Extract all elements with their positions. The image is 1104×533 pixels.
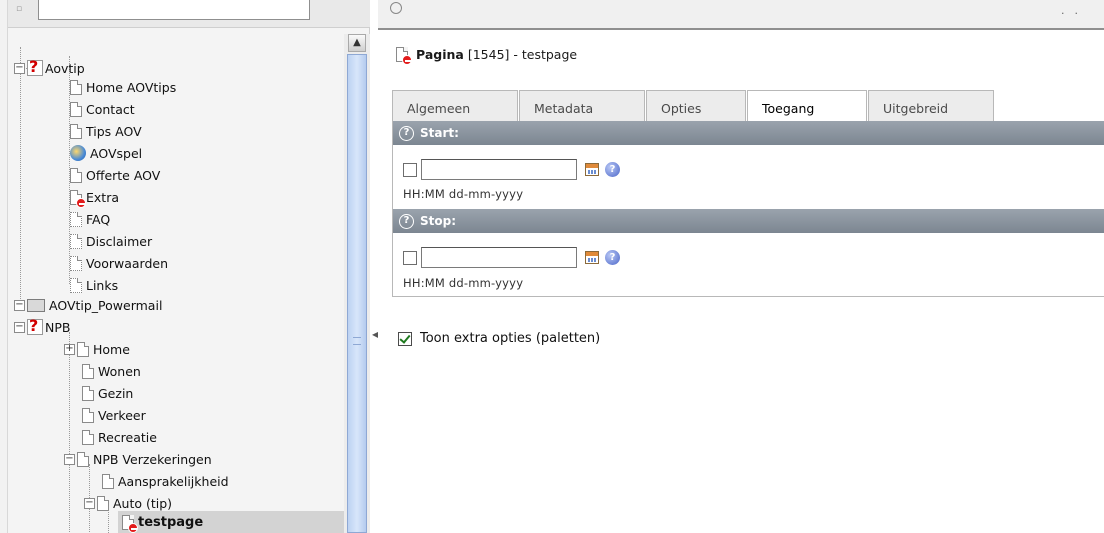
calendar-icon[interactable]: [585, 163, 599, 176]
help-icon[interactable]: ?: [605, 162, 620, 177]
tree-item-voorwaarden[interactable]: Voorwaarden: [70, 252, 168, 274]
record-header: Pagina [1545] - testpage: [396, 47, 578, 65]
tab-algemeen[interactable]: Algemeen: [392, 90, 518, 121]
tree-scrollbar[interactable]: ▲: [344, 34, 370, 533]
tree-item-offerte-aov[interactable]: Offerte AOV: [70, 164, 160, 186]
external-link-icon: [70, 145, 86, 161]
page-icon: [102, 473, 114, 489]
page-icon: [97, 495, 109, 511]
collapse-toggle[interactable]: −: [64, 453, 75, 465]
page-icon: [82, 407, 94, 423]
help-icon[interactable]: ?: [399, 213, 414, 229]
page-icon: [70, 167, 82, 183]
collapse-toggle[interactable]: −: [14, 299, 25, 311]
scroll-up-button[interactable]: ▲: [348, 34, 366, 52]
start-datetime-input[interactable]: [421, 159, 577, 180]
page-icon: [70, 123, 82, 139]
tree-item-recreatie[interactable]: Recreatie: [82, 426, 157, 448]
extra-options-row[interactable]: Toon extra opties (paletten): [398, 331, 600, 346]
tab-uitgebreid[interactable]: Uitgebreid: [868, 90, 994, 121]
page-icon: [70, 101, 82, 117]
extra-options-checkbox[interactable]: [398, 331, 412, 346]
collapse-toggle[interactable]: −: [84, 497, 95, 509]
calendar-icon[interactable]: [585, 251, 599, 264]
site-root-icon: [27, 57, 43, 76]
page-icon: [70, 79, 82, 95]
record-info: [1545] - testpage: [467, 47, 578, 62]
tree-item-extra[interactable]: Extra: [70, 186, 119, 208]
page-icon: [70, 211, 82, 227]
start-format-hint: HH:MM dd-mm-yyyy: [403, 187, 524, 201]
record-type: Pagina: [416, 47, 464, 62]
site-root-icon: [27, 316, 43, 335]
tree-item-contact[interactable]: Contact: [70, 98, 135, 120]
start-enable-checkbox[interactable]: [403, 162, 417, 177]
section-header-start: ? Start:: [393, 121, 1104, 145]
hidden-page-icon: [70, 189, 86, 208]
folder-icon: [27, 298, 45, 312]
stop-field-row: ?: [403, 247, 620, 268]
filter-icon: ▫: [16, 4, 23, 14]
tree-item-aansprakelijkheid[interactable]: Aansprakelijkheid: [102, 470, 229, 492]
tree-item-disclaimer[interactable]: Disclaimer: [70, 230, 152, 252]
hidden-page-icon: [396, 47, 412, 65]
tree-item-home[interactable]: + Home: [64, 338, 130, 360]
tree-item-label: Aovtip: [45, 60, 85, 76]
tab-opties[interactable]: Opties: [646, 90, 746, 121]
extra-options-label: Toon extra opties (paletten): [420, 331, 601, 346]
tab-toegang[interactable]: Toegang: [747, 90, 867, 122]
tab-panel-toegang: ? Start: ? HH:MM dd-mm-yyyy ? Stop: ? HH…: [392, 121, 1104, 297]
page-icon: [82, 363, 94, 379]
content-toolbar: ..: [378, 0, 1104, 30]
tree-item-links[interactable]: Links: [70, 274, 118, 296]
stop-datetime-input[interactable]: [421, 247, 577, 268]
page-icon: [82, 429, 94, 445]
tree-filter-input[interactable]: [38, 0, 310, 20]
stop-enable-checkbox[interactable]: [403, 250, 417, 265]
section-header-stop: ? Stop:: [393, 209, 1104, 233]
help-icon[interactable]: ?: [605, 250, 620, 265]
left-gutter: [0, 0, 8, 533]
collapse-toggle[interactable]: −: [14, 62, 25, 74]
stop-format-hint: HH:MM dd-mm-yyyy: [403, 276, 524, 290]
toolbar-dots: ..: [1061, 4, 1088, 17]
tree-item-npb[interactable]: − NPB: [14, 316, 70, 338]
hidden-page-icon: [122, 514, 138, 533]
page-icon: [77, 341, 89, 357]
tab-bar: Algemeen Metadata Opties Toegang Uitgebr…: [392, 90, 995, 122]
tree-item-aovspel[interactable]: AOVspel: [70, 142, 142, 164]
tree-item-aovtip-powermail[interactable]: − AOVtip_Powermail: [14, 294, 162, 316]
page-icon: [70, 277, 82, 293]
page-icon: [82, 385, 94, 401]
tree-item-npb-verzekeringen[interactable]: − NPB Verzekeringen: [64, 448, 212, 470]
tree-item-tips-aov[interactable]: Tips AOV: [70, 120, 142, 142]
section-title: Stop:: [420, 214, 457, 228]
expand-toggle[interactable]: +: [64, 343, 75, 355]
tree-toolbar: ▫: [8, 0, 370, 28]
section-title: Start:: [420, 126, 459, 140]
tree-item-testpage[interactable]: testpage: [118, 511, 344, 533]
tree-item-verkeer[interactable]: Verkeer: [82, 404, 146, 426]
help-icon[interactable]: ?: [399, 125, 414, 141]
page-tree-panel: ▫ − Aovtip Home AOVtips Contact Tips AOV: [8, 0, 370, 533]
tree-item-gezin[interactable]: Gezin: [82, 382, 133, 404]
toolbar-circle-icon: [390, 2, 402, 14]
tree-item-wonen[interactable]: Wonen: [82, 360, 141, 382]
edit-form-area: .. Pagina [1545] - testpage Algemeen Met…: [378, 0, 1104, 533]
page-icon: [77, 451, 89, 467]
scrollbar-thumb[interactable]: [347, 54, 367, 533]
tree-item-home-aovtips[interactable]: Home AOVtips: [70, 76, 176, 98]
collapse-toggle[interactable]: −: [14, 321, 25, 333]
page-icon: [70, 233, 82, 249]
start-field-row: ?: [403, 159, 620, 180]
scrollbar-grip: [353, 337, 361, 345]
tree-item-faq[interactable]: FAQ: [70, 208, 110, 230]
page-icon: [70, 255, 82, 271]
page-tree: − Aovtip Home AOVtips Contact Tips AOV A…: [8, 36, 344, 533]
tab-metadata[interactable]: Metadata: [519, 90, 645, 121]
